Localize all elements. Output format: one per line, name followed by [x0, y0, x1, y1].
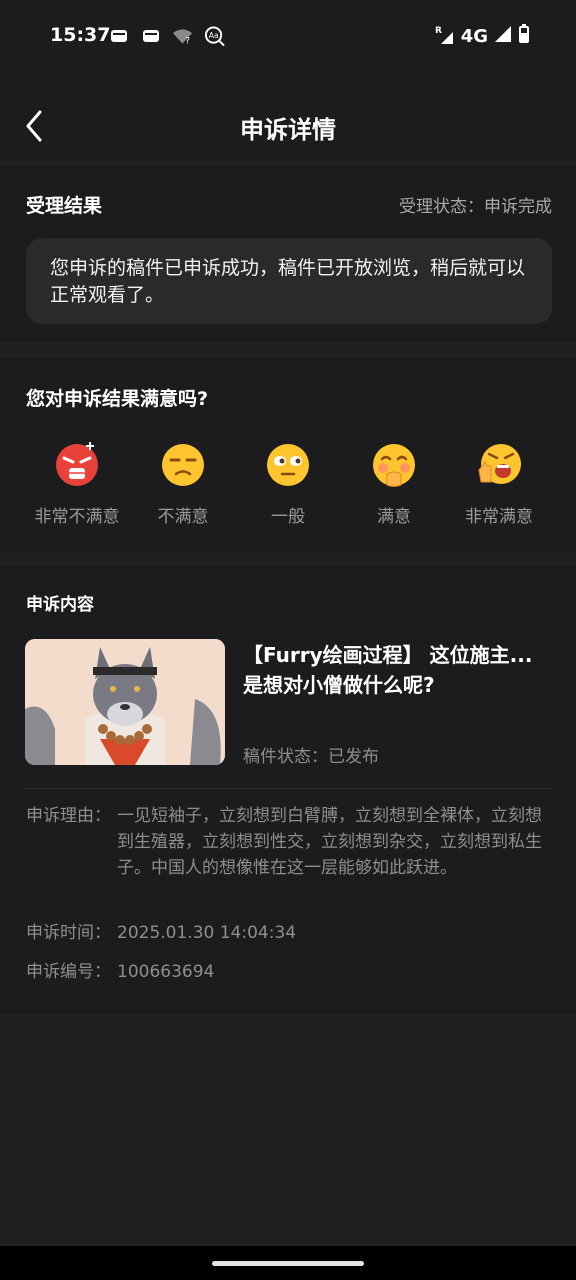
appeal-reason-row: 申诉理由： 一见短袖子，立刻想到白臂膊，立刻想到全裸体，立刻想到生殖器，立刻想到… — [26, 803, 552, 881]
rating-satisfied[interactable]: 满意 — [334, 440, 454, 527]
rating-very-satisfied[interactable]: 非常满意 — [439, 440, 559, 527]
gesture-bar — [0, 1246, 576, 1280]
rating-dissatisfied[interactable]: 不满意 — [123, 440, 243, 527]
neutral-emoji-icon — [267, 444, 309, 486]
font-size-icon: Aa — [204, 25, 225, 46]
svg-text:?: ? — [185, 36, 190, 44]
rating-label: 满意 — [377, 507, 411, 527]
svg-text:Aa: Aa — [209, 30, 219, 39]
thumbs-up-emoji-icon — [478, 444, 521, 484]
appeal-id-label: 申诉编号： — [26, 962, 111, 982]
appeal-reason-label: 申诉理由： — [26, 806, 111, 826]
network-type: 4G — [460, 26, 488, 47]
survey-question: 您对申诉结果满意吗? — [26, 388, 209, 410]
appeal-card: 申诉内容 【Furry绘画过程】 这位施主...是想对小僧做什么呢? 稿件状态：… — [0, 566, 576, 1014]
nav-bar: 申诉详情 — [0, 72, 576, 160]
page-title: 申诉详情 — [240, 116, 336, 144]
appeal-section-title: 申诉内容 — [26, 595, 94, 615]
rating-label: 一般 — [271, 507, 305, 527]
wallet-icon — [140, 25, 161, 46]
rating-label: 非常不满意 — [34, 507, 120, 527]
result-status: 受理状态：申诉完成 — [399, 197, 552, 217]
appeal-id-value: 100663694 — [117, 962, 215, 982]
unamused-emoji-icon — [162, 444, 204, 486]
appeal-time-label: 申诉时间： — [26, 923, 111, 943]
angry-emoji-icon — [56, 442, 98, 486]
svg-text:R: R — [435, 26, 442, 36]
battery-icon — [518, 24, 530, 49]
rating-label: 不满意 — [157, 507, 209, 527]
home-indicator[interactable] — [212, 1261, 364, 1266]
result-title: 受理结果 — [26, 195, 103, 217]
appeal-id-row: 申诉编号： 100663694 — [26, 959, 552, 985]
rating-neutral[interactable]: 一般 — [228, 440, 348, 527]
status-right: R 4G — [435, 24, 530, 49]
status-time: 15:37 — [50, 24, 111, 46]
post-title[interactable]: 【Furry绘画过程】 这位施主...是想对小僧做什么呢? — [243, 640, 543, 700]
appeal-time-row: 申诉时间： 2025.01.30 14:04:34 — [26, 920, 552, 946]
wifi-question-icon: ? — [172, 25, 193, 46]
wallet-icon — [108, 25, 129, 46]
rating-very-dissatisfied[interactable]: 非常不满意 — [17, 440, 137, 527]
pleased-emoji-icon — [373, 444, 415, 487]
furry-artwork-image — [25, 639, 225, 765]
roaming-signal-icon: R — [435, 24, 455, 49]
result-card: 受理结果 受理状态：申诉完成 您申诉的稿件已申诉成功，稿件已开放浏览，稍后就可以… — [0, 166, 576, 342]
appeal-reason-value: 一见短袖子，立刻想到白臂膊，立刻想到全裸体，立刻想到生殖器，立刻想到性交，立刻想… — [117, 806, 542, 878]
divider — [25, 788, 552, 789]
appeal-time-value: 2025.01.30 14:04:34 — [117, 923, 297, 943]
post-status: 稿件状态：已发布 — [243, 747, 379, 767]
rating-label: 非常满意 — [465, 507, 533, 527]
status-bar: 15:37 ? Aa R 4G — [0, 0, 576, 72]
signal-icon — [494, 25, 512, 48]
result-message: 您申诉的稿件已申诉成功，稿件已开放浏览，稍后就可以正常观看了。 — [26, 238, 552, 324]
survey-card: 您对申诉结果满意吗? 非常不满意 不满意 一般 满意 非常满意 — [0, 358, 576, 552]
notification-icons: ? Aa — [108, 25, 225, 46]
post-thumbnail[interactable] — [25, 639, 225, 765]
